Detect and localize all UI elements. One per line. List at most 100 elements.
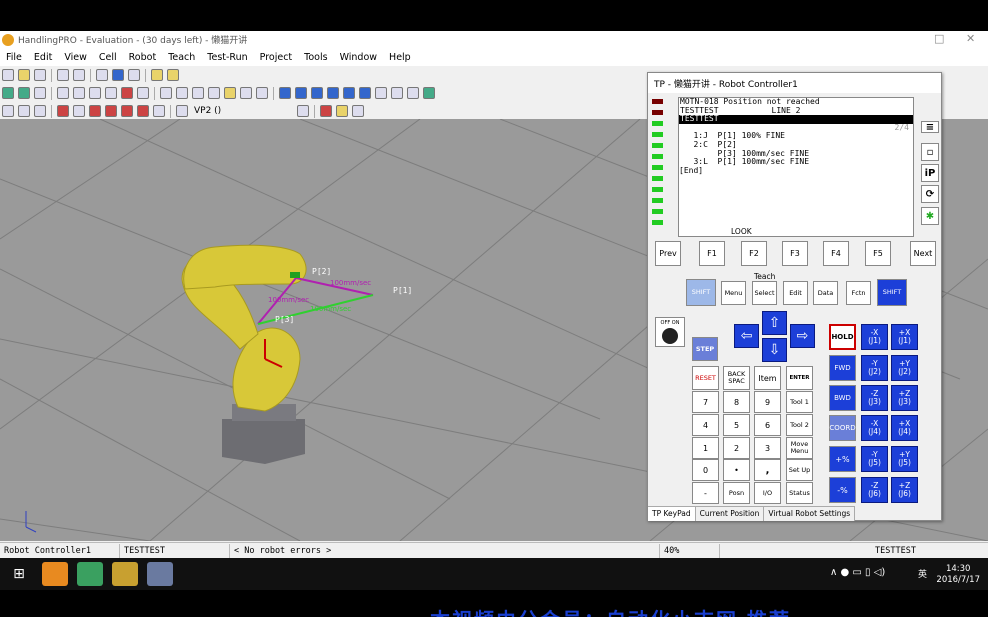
teach-pendant-icon[interactable] [208, 87, 220, 99]
save-icon[interactable] [34, 69, 46, 81]
tp-status-button[interactable]: Status [786, 482, 813, 504]
tp-setup-button[interactable]: Set Up [786, 459, 813, 481]
view-fit-icon[interactable] [153, 105, 165, 117]
tp-jog-minus-z-j6[interactable]: -Z (J6) [861, 477, 888, 503]
tp-jog-plus-x-j4[interactable]: +X (J4) [891, 415, 918, 441]
tp-key-2[interactable]: 2 [723, 437, 750, 459]
cell-browser-icon[interactable] [96, 69, 108, 81]
redo-icon[interactable] [73, 69, 85, 81]
tp-override-up-button[interactable]: +% [829, 446, 856, 472]
tp-menu-button[interactable]: Menu [721, 281, 746, 305]
close-button[interactable]: ✕ [966, 32, 975, 45]
tp-right-arrow[interactable]: ⇨ [790, 324, 815, 348]
tp-jog-plus-y-j5[interactable]: +Y (J5) [891, 446, 918, 472]
pause-icon[interactable] [311, 87, 323, 99]
tp-coord-button[interactable]: COORD [829, 415, 856, 441]
online-icon[interactable] [89, 87, 101, 99]
tp-run-icon[interactable]: ✱ [921, 207, 939, 225]
menu-window[interactable]: Window [340, 52, 377, 63]
alarm-icon[interactable] [224, 87, 236, 99]
tool-icon[interactable] [112, 69, 124, 81]
mouse-icon[interactable] [352, 105, 365, 117]
menu-project[interactable]: Project [260, 52, 293, 63]
tp-f3-button[interactable]: F3 [782, 241, 808, 266]
menu-teach[interactable]: Teach [168, 52, 195, 63]
eye-icon[interactable] [176, 105, 188, 117]
view-side-icon[interactable] [105, 105, 117, 117]
zoom-out-icon[interactable] [18, 105, 30, 117]
tp-ip-icon[interactable]: iP [921, 164, 939, 182]
eject-icon[interactable] [343, 87, 355, 99]
ruler-icon[interactable] [336, 105, 349, 117]
part-icon[interactable] [151, 69, 163, 81]
tp-left-arrow[interactable]: ⇦ [734, 324, 759, 348]
select-icon[interactable] [192, 87, 204, 99]
tp-tool1-button[interactable]: Tool 1 [786, 391, 813, 413]
menu-view[interactable]: View [64, 52, 87, 63]
tp-jog-plus-z-j6[interactable]: +Z (J6) [891, 477, 918, 503]
tp-key-1[interactable]: 1 [692, 437, 719, 459]
tp-enter-button[interactable]: ENTER [786, 366, 813, 390]
tab-current-position[interactable]: Current Position [695, 506, 765, 521]
pan-icon[interactable] [57, 105, 69, 117]
tp-jog-minus-x-j1[interactable]: -X (J1) [861, 324, 888, 350]
tp-prev-button[interactable]: Prev [655, 241, 681, 266]
tp-shift-right-button[interactable]: SHIFT [877, 279, 907, 306]
clock[interactable]: 14:30 2016/7/17 [936, 564, 980, 586]
tp-key-9[interactable]: 9 [754, 391, 781, 413]
teach-modify-icon[interactable] [18, 87, 30, 99]
jog-icon[interactable] [240, 87, 252, 99]
tp-fctn-button[interactable]: Fctn [846, 281, 871, 305]
tp-move-menu-button[interactable]: Move Menu [786, 437, 813, 459]
tp-override-down-button[interactable]: -% [829, 477, 856, 503]
lcd-prog-line[interactable]: 3:L P[1] 100mm/sec FINE [679, 158, 913, 167]
taskbar-app-icon-2[interactable] [77, 562, 103, 586]
new-file-icon[interactable] [2, 69, 14, 81]
tp-key-5[interactable]: 5 [723, 414, 750, 436]
tp-hold-button[interactable]: HOLD [829, 324, 856, 350]
tp-up-arrow[interactable]: ⇧ [762, 311, 787, 335]
taskbar-app-icon-3[interactable] [112, 562, 138, 586]
tp-off-on-switch[interactable]: OFF ON [655, 317, 685, 347]
tp-data-button[interactable]: Data [813, 281, 838, 305]
tp-item-button[interactable]: Item [754, 366, 781, 390]
tp-key-7[interactable]: 7 [692, 391, 719, 413]
open-folder-icon[interactable] [18, 69, 30, 81]
windows-start-icon[interactable]: ⊞ [6, 562, 32, 586]
reset-icon[interactable] [105, 87, 117, 99]
tp-jog-plus-x-j1[interactable]: +X (J1) [891, 324, 918, 350]
zoom-window-icon[interactable] [34, 105, 46, 117]
teach-touchup-icon[interactable] [34, 87, 46, 99]
measure-icon[interactable] [73, 105, 85, 117]
tp-backspace-button[interactable]: BACK SPAC [723, 366, 750, 390]
tp-select-button[interactable]: Select [752, 281, 777, 305]
tp-jog-minus-z-j3[interactable]: -Z (J3) [861, 385, 888, 411]
help-bulb-icon[interactable] [167, 69, 179, 81]
conveyor-icon[interactable] [407, 87, 419, 99]
frame-list-icon[interactable] [256, 87, 268, 99]
tp-f5-button[interactable]: F5 [865, 241, 891, 266]
tp-key-4[interactable]: 4 [692, 414, 719, 436]
zoom-in-icon[interactable] [2, 105, 14, 117]
tp-jog-minus-x-j4[interactable]: -X (J4) [861, 415, 888, 441]
tp-edit-button[interactable]: Edit [783, 281, 808, 305]
tray-icons[interactable]: ∧ ● ▭ ▯ ◁) [830, 567, 885, 578]
tp-next-button[interactable]: Next [910, 241, 936, 266]
target-icon[interactable] [121, 87, 133, 99]
tp-jog-minus-y-j5[interactable]: -Y (J5) [861, 446, 888, 472]
teach-add-icon[interactable] [2, 87, 14, 99]
tp-tool2-button[interactable]: Tool 2 [786, 414, 813, 436]
view-save-icon[interactable] [297, 105, 310, 117]
tp-side-bar-icon[interactable]: ≡ [921, 121, 939, 133]
menu-robot[interactable]: Robot [129, 52, 157, 63]
view-iso-icon[interactable] [137, 105, 149, 117]
tp-down-arrow[interactable]: ⇩ [762, 338, 787, 362]
tp-key-0[interactable]: 0 [692, 459, 719, 481]
taskbar-app-icon-4[interactable] [147, 562, 173, 586]
view-front-icon[interactable] [89, 105, 101, 117]
step-icon[interactable] [359, 87, 371, 99]
pr-label-p1[interactable]: P[1] [393, 286, 412, 295]
controller-icon[interactable] [73, 87, 85, 99]
tp-bwd-button[interactable]: BWD [829, 385, 856, 411]
tp-key-3[interactable]: 3 [754, 437, 781, 459]
